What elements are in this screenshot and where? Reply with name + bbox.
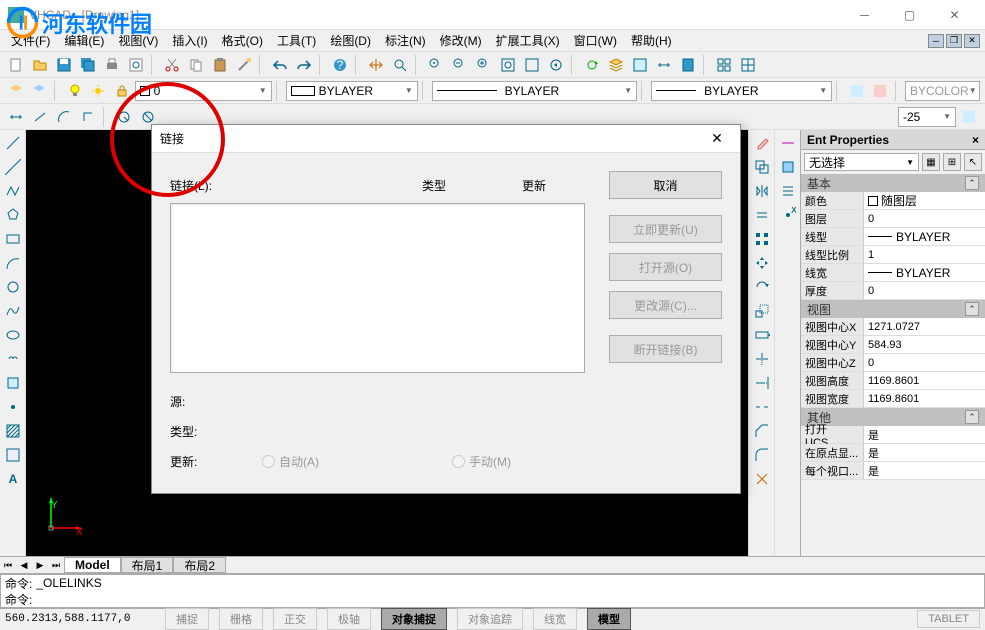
ortho-toggle[interactable]: 正交 [273, 608, 317, 630]
update-now-button[interactable]: 立即更新(U) [609, 215, 722, 243]
statusbar: 560.2313,588.1177,0 捕捉 栅格 正交 极轴 对象捕捉 对象追… [0, 608, 985, 628]
update-label: 更新: [170, 453, 197, 470]
dialog-title: 链接 [160, 130, 702, 147]
cancel-button[interactable]: 取消 [609, 171, 722, 199]
coords-readout: 560.2313,588.1177,0 [5, 613, 155, 625]
dialog-overlay: 链接 ✕ 链接(L): 类型 更新 取消 立即更新(U) 打开源(O) 更改源(… [0, 0, 985, 601]
polar-toggle[interactable]: 极轴 [327, 608, 371, 630]
lwt-toggle[interactable]: 线宽 [533, 608, 577, 630]
break-link-button[interactable]: 断开链接(B) [609, 335, 722, 363]
model-toggle[interactable]: 模型 [587, 608, 631, 630]
type-column: 类型 [422, 177, 446, 194]
tablet-toggle[interactable]: TABLET [917, 610, 980, 628]
grid-toggle[interactable]: 栅格 [219, 608, 263, 630]
dialog-close-button[interactable]: ✕ [702, 127, 732, 151]
osnap-toggle[interactable]: 对象捕捉 [381, 608, 447, 630]
update-column: 更新 [522, 177, 546, 194]
snap-toggle[interactable]: 捕捉 [165, 608, 209, 630]
links-label: 链接(L): [170, 177, 212, 194]
dialog-titlebar[interactable]: 链接 ✕ [152, 125, 740, 153]
auto-radio[interactable]: 自动(A) [262, 453, 319, 470]
open-source-button[interactable]: 打开源(O) [609, 253, 722, 281]
type-label: 类型: [170, 423, 197, 440]
source-label: 源: [170, 393, 185, 410]
change-source-button[interactable]: 更改源(C)... [609, 291, 722, 319]
otrack-toggle[interactable]: 对象追踪 [457, 608, 523, 630]
manual-radio[interactable]: 手动(M) [452, 453, 511, 470]
links-dialog: 链接 ✕ 链接(L): 类型 更新 取消 立即更新(U) 打开源(O) 更改源(… [151, 124, 741, 494]
links-listbox[interactable] [170, 203, 585, 373]
